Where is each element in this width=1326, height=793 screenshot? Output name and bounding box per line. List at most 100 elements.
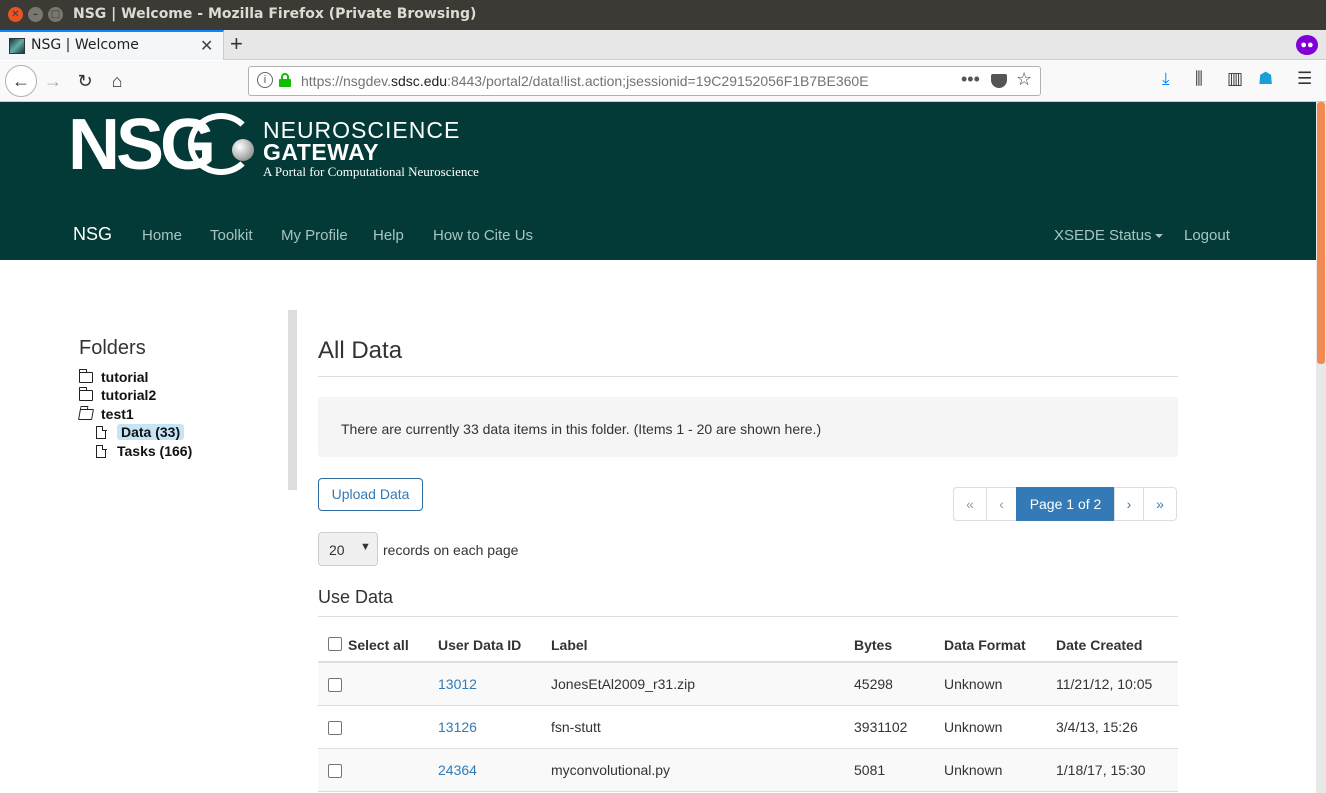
folder-icon	[78, 387, 93, 401]
column-header[interactable]: Date Created	[1046, 617, 1178, 663]
logo-line-2: GATEWAY	[263, 139, 379, 165]
close-tab-icon[interactable]: ✕	[200, 36, 213, 56]
page-title: All Data	[318, 337, 403, 364]
hamburger-menu-icon[interactable]: ☰	[1297, 69, 1312, 89]
window-maximize-button[interactable]: □	[48, 7, 63, 22]
data-table: Select all User Data ID Label Bytes Data…	[318, 617, 1178, 792]
folder-item-tasks[interactable]: Tasks (166)	[96, 443, 192, 459]
user-data-id-link[interactable]: 13012	[438, 676, 477, 692]
row-checkbox[interactable]	[328, 720, 342, 735]
download-icon[interactable]: ⤓	[1162, 69, 1170, 89]
library-icon[interactable]: ⫼	[1195, 69, 1203, 89]
chevron-down-icon: ▼	[360, 541, 371, 553]
back-button[interactable]: ←	[5, 65, 37, 97]
sidebar-toggle-icon[interactable]: ▥	[1227, 69, 1243, 89]
nav-xsede-status[interactable]: XSEDE Status	[1054, 227, 1163, 244]
dropdown-caret-icon	[1154, 234, 1163, 239]
lock-icon[interactable]	[279, 73, 291, 87]
column-header[interactable]: User Data ID	[428, 617, 541, 663]
home-button[interactable]: ⌂	[102, 67, 132, 95]
cell-label: JonesEtAl2009_r31.zip	[541, 662, 844, 706]
logo-tagline: A Portal for Computational Neuroscience	[263, 164, 479, 179]
tab-strip: NSG | Welcome ✕ + ●●	[0, 30, 1326, 60]
extension-icon[interactable]: ☗	[1258, 69, 1273, 89]
records-label: records on each page	[383, 542, 519, 558]
info-icon[interactable]: i	[257, 72, 273, 88]
pocket-icon[interactable]	[991, 74, 1007, 88]
user-data-id-link[interactable]: 13126	[438, 719, 477, 735]
file-icon	[96, 444, 107, 458]
pager-next[interactable]: ›	[1114, 487, 1144, 521]
logo-sphere-icon	[232, 139, 254, 161]
section-title: Use Data	[318, 587, 394, 607]
nav-logout[interactable]: Logout	[1184, 227, 1230, 244]
nav-how-to-cite[interactable]: How to Cite Us	[433, 227, 533, 244]
pagination: « ‹ Page 1 of 2 › »	[953, 487, 1177, 521]
records-per-page-select[interactable]: 20 ▼	[318, 532, 378, 566]
folder-open-icon	[78, 409, 94, 420]
window-titlebar: ✕ – □ NSG | Welcome - Mozilla Firefox (P…	[0, 0, 1326, 30]
table-row: 24364 myconvolutional.py 5081 Unknown 1/…	[318, 748, 1178, 792]
tab-title: NSG | Welcome	[31, 37, 139, 53]
nsg-logo[interactable]: NSG NEUROSCIENCE GATEWAY A Portal for Co…	[68, 105, 508, 185]
window-close-button[interactable]: ✕	[8, 7, 23, 22]
table-row: 13012 JonesEtAl2009_r31.zip 45298 Unknow…	[318, 662, 1178, 706]
scrollbar-thumb[interactable]	[1317, 102, 1325, 364]
folder-tutorial2[interactable]: tutorial2	[78, 387, 156, 403]
forward-button[interactable]: →	[38, 67, 68, 95]
url-text[interactable]: https://nsgdev.sdsc.edu:8443/portal2/dat…	[301, 73, 951, 89]
row-checkbox[interactable]	[328, 677, 342, 692]
folder-test1[interactable]: test1	[78, 406, 134, 422]
cell-format: Unknown	[934, 705, 1046, 749]
upload-data-button[interactable]: Upload Data	[318, 478, 423, 511]
folder-item-data[interactable]: Data (33)	[96, 424, 185, 440]
browser-toolbar: ← → ↻ ⌂ i https://nsgdev.sdsc.edu:8443/p…	[0, 61, 1326, 138]
page-actions-icon[interactable]: •••	[961, 69, 980, 90]
select-all-checkbox[interactable]	[328, 637, 342, 651]
sidebar-divider[interactable]	[288, 310, 297, 490]
cell-format: Unknown	[934, 662, 1046, 706]
cell-format: Unknown	[934, 748, 1046, 792]
cell-date: 11/21/12, 10:05	[1046, 662, 1178, 706]
file-icon	[96, 425, 107, 439]
divider	[318, 376, 1178, 377]
site-header: NSG NEUROSCIENCE GATEWAY A Portal for Co…	[0, 102, 1316, 260]
folders-heading: Folders	[79, 337, 146, 359]
row-checkbox[interactable]	[328, 763, 342, 778]
nav-my-profile[interactable]: My Profile	[281, 227, 348, 244]
pager-last[interactable]: »	[1143, 487, 1177, 521]
nav-brand[interactable]: NSG	[73, 224, 112, 245]
nav-toolkit[interactable]: Toolkit	[210, 227, 253, 244]
cell-bytes: 3931102	[844, 705, 934, 749]
url-bar[interactable]: i https://nsgdev.sdsc.edu:8443/portal2/d…	[248, 66, 1041, 96]
favicon-icon	[9, 38, 25, 54]
column-header[interactable]: Label	[541, 617, 844, 663]
pager-first[interactable]: «	[953, 487, 987, 521]
folder-tutorial[interactable]: tutorial	[78, 369, 148, 385]
cell-label: myconvolutional.py	[541, 748, 844, 792]
browser-tab[interactable]: NSG | Welcome ✕	[0, 30, 224, 60]
user-data-id-link[interactable]: 24364	[438, 762, 477, 778]
private-browsing-icon: ●●	[1296, 35, 1318, 55]
window-minimize-button[interactable]: –	[28, 7, 43, 22]
window-title: NSG | Welcome - Mozilla Firefox (Private…	[73, 6, 477, 22]
reload-button[interactable]: ↻	[70, 67, 100, 95]
select-all-header[interactable]: Select all	[318, 617, 428, 663]
bookmark-star-icon[interactable]: ☆	[1016, 69, 1032, 90]
page-scrollbar[interactable]	[1316, 102, 1326, 793]
nav-help[interactable]: Help	[373, 227, 404, 244]
info-well: There are currently 33 data items in thi…	[318, 397, 1178, 457]
pager-current[interactable]: Page 1 of 2	[1016, 487, 1115, 521]
new-tab-icon[interactable]: +	[230, 31, 243, 57]
cell-label: fsn-stutt	[541, 705, 844, 749]
folder-icon	[78, 369, 93, 383]
table-row: 13126 fsn-stutt 3931102 Unknown 3/4/13, …	[318, 705, 1178, 749]
cell-date: 1/18/17, 15:30	[1046, 748, 1178, 792]
nav-home[interactable]: Home	[142, 227, 182, 244]
info-text: There are currently 33 data items in thi…	[341, 421, 822, 437]
column-header[interactable]: Data Format	[934, 617, 1046, 663]
site-nav: NSG Home Toolkit My Profile Help How to …	[0, 217, 1316, 257]
cell-date: 3/4/13, 15:26	[1046, 705, 1178, 749]
column-header[interactable]: Bytes	[844, 617, 934, 663]
pager-prev[interactable]: ‹	[986, 487, 1017, 521]
